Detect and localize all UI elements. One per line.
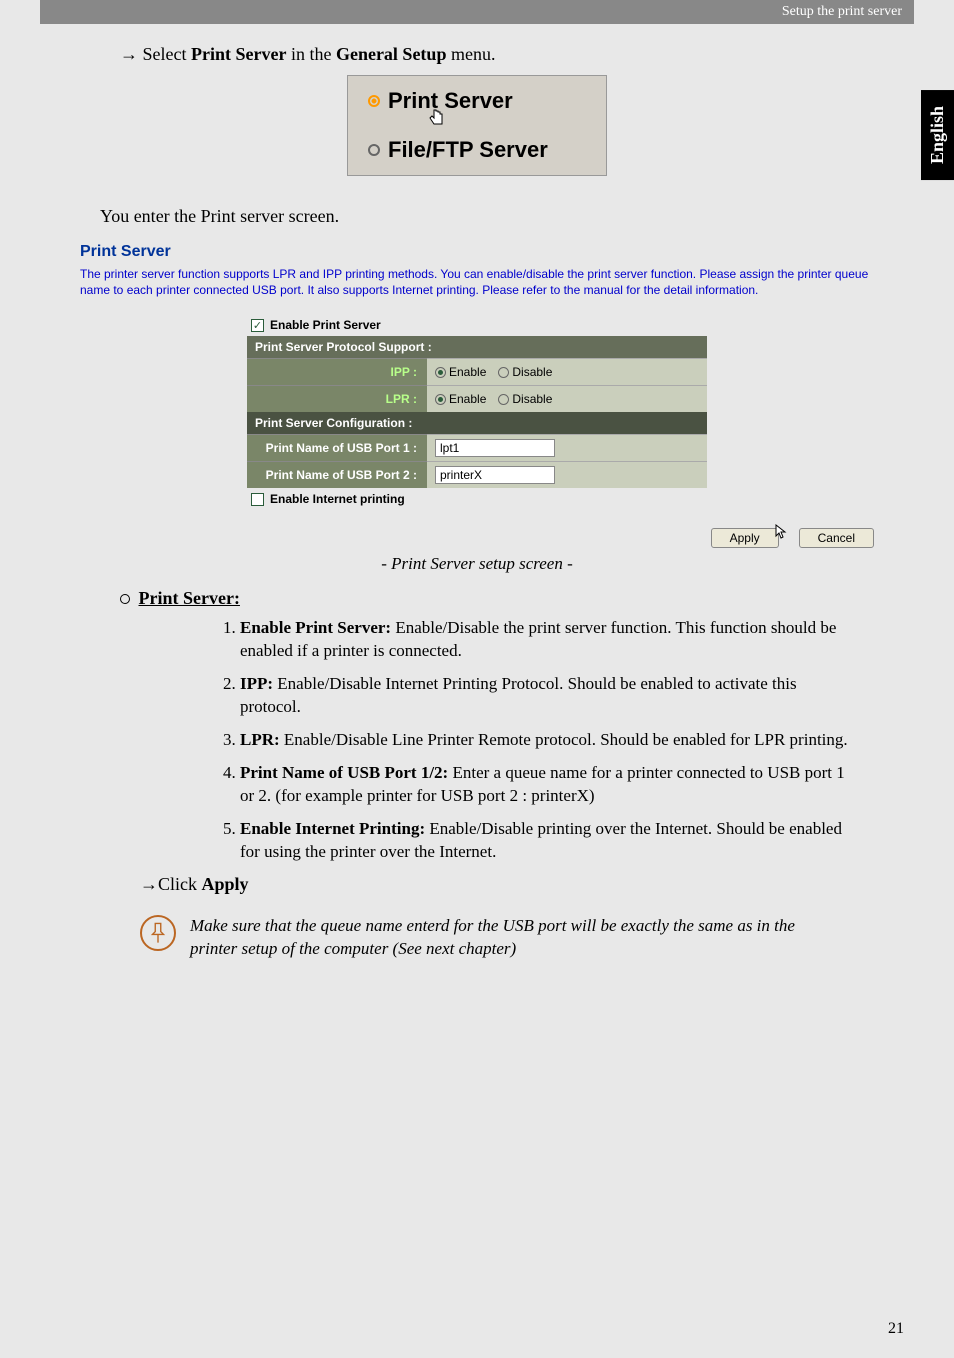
menu-opt-fileftp[interactable]: File/FTP Server <box>368 137 586 163</box>
li0-b: Enable Print Server: <box>240 618 391 637</box>
list-item: LPR: Enable/Disable Line Printer Remote … <box>240 729 854 752</box>
port1-input[interactable] <box>435 439 555 457</box>
cancel-button[interactable]: Cancel <box>799 528 874 548</box>
header-breadcrumb: Setup the print server <box>40 0 914 24</box>
click-pre: Click <box>158 874 202 894</box>
li2-b: LPR: <box>240 730 280 749</box>
sect-protocol: Print Server Protocol Support : <box>247 336 707 358</box>
menu-opt1-label: Print Server <box>388 88 513 114</box>
instruction-select: → Select Print Server in the General Set… <box>120 44 874 65</box>
page-number: 21 <box>888 1320 904 1338</box>
note-text: Make sure that the queue name enterd for… <box>190 915 834 961</box>
list-item: Print Name of USB Port 1/2: Enter a queu… <box>240 762 854 808</box>
opt-enable-label: Enable <box>449 365 486 379</box>
instr-prefix: Select <box>143 44 191 64</box>
checkbox-unchecked-icon <box>251 493 264 506</box>
li4-b: Enable Internet Printing: <box>240 819 425 838</box>
numbered-list: Enable Print Server: Enable/Disable the … <box>240 617 854 863</box>
lpr-enable[interactable]: Enable <box>435 392 486 406</box>
instr-bold1: Print Server <box>191 44 286 64</box>
chk-internet-label: Enable Internet printing <box>270 492 405 506</box>
ps-desc: The printer server function supports LPR… <box>80 267 874 298</box>
li1-t: Enable/Disable Internet Printing Protoco… <box>240 674 797 716</box>
note-box: Make sure that the queue name enterd for… <box>140 915 834 961</box>
chk-enable-label: Enable Print Server <box>270 318 381 332</box>
opt-disable-label: Disable <box>512 365 552 379</box>
list-item: Enable Internet Printing: Enable/Disable… <box>240 818 854 864</box>
bullet-icon <box>120 594 130 604</box>
chk-internet-row[interactable]: Enable Internet printing <box>247 488 707 510</box>
arrow-icon: → <box>140 874 158 894</box>
checkbox-checked-icon: ✓ <box>251 319 264 332</box>
ps-title: Print Server <box>80 243 874 261</box>
apply-button[interactable]: Apply <box>711 528 779 548</box>
section-label-text: Print Server: <box>139 588 240 608</box>
click-apply-instruction: →Click Apply <box>140 874 874 895</box>
lpr-disable[interactable]: Disable <box>498 392 552 406</box>
row-lpr-label: LPR : <box>247 385 427 412</box>
li3-b: Print Name of USB Port 1/2: <box>240 763 448 782</box>
row-ipp-label: IPP : <box>247 358 427 385</box>
click-bold: Apply <box>202 874 249 894</box>
menu-opt2-label: File/FTP Server <box>388 137 548 163</box>
instr-mid: in the <box>286 44 336 64</box>
li1-b: IPP: <box>240 674 273 693</box>
chk-enable-row[interactable]: ✓ Enable Print Server <box>247 314 707 336</box>
li2-t: Enable/Disable Line Printer Remote proto… <box>280 730 848 749</box>
sect-config: Print Server Configuration : <box>247 412 707 434</box>
ipp-enable[interactable]: Enable <box>435 365 486 379</box>
port2-input[interactable] <box>435 466 555 484</box>
instr-bold2: General Setup <box>336 44 447 64</box>
print-server-config-screenshot: Print Server The printer server function… <box>80 243 874 548</box>
instr-suffix: menu. <box>446 44 495 64</box>
arrow-icon: → <box>120 44 138 64</box>
screenshot-caption: - Print Server setup screen - <box>80 554 874 574</box>
radio-icon <box>368 144 380 156</box>
opt-disable-label2: Disable <box>512 392 552 406</box>
radio-icon <box>368 95 380 107</box>
row-port1-label: Print Name of USB Port 1 : <box>247 434 427 461</box>
ipp-disable[interactable]: Disable <box>498 365 552 379</box>
note-pin-icon <box>140 915 176 951</box>
opt-enable-label2: Enable <box>449 392 486 406</box>
language-tab: English <box>921 90 954 180</box>
list-item: IPP: Enable/Disable Internet Printing Pr… <box>240 673 854 719</box>
section-print-server: Print Server: <box>120 588 874 609</box>
cursor-arrow-icon <box>775 524 789 547</box>
list-item: Enable Print Server: Enable/Disable the … <box>240 617 854 663</box>
row-port2-label: Print Name of USB Port 2 : <box>247 461 427 488</box>
menu-screenshot: Print Server File/FTP Server <box>347 75 607 176</box>
body-text-enter: You enter the Print server screen. <box>100 206 874 227</box>
